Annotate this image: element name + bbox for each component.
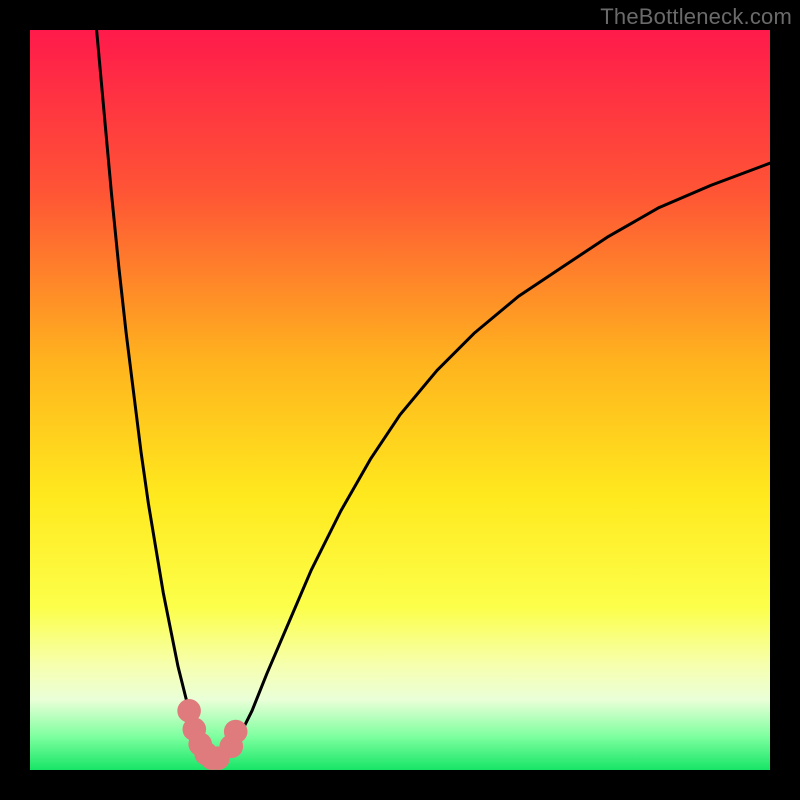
chart-frame: TheBottleneck.com: [0, 0, 800, 800]
watermark-text: TheBottleneck.com: [600, 4, 792, 30]
plot-area: [30, 30, 770, 770]
marker-dot: [224, 720, 248, 744]
series-right-branch: [230, 163, 770, 755]
curve-overlay: [30, 30, 770, 770]
series-left-branch: [97, 30, 201, 748]
